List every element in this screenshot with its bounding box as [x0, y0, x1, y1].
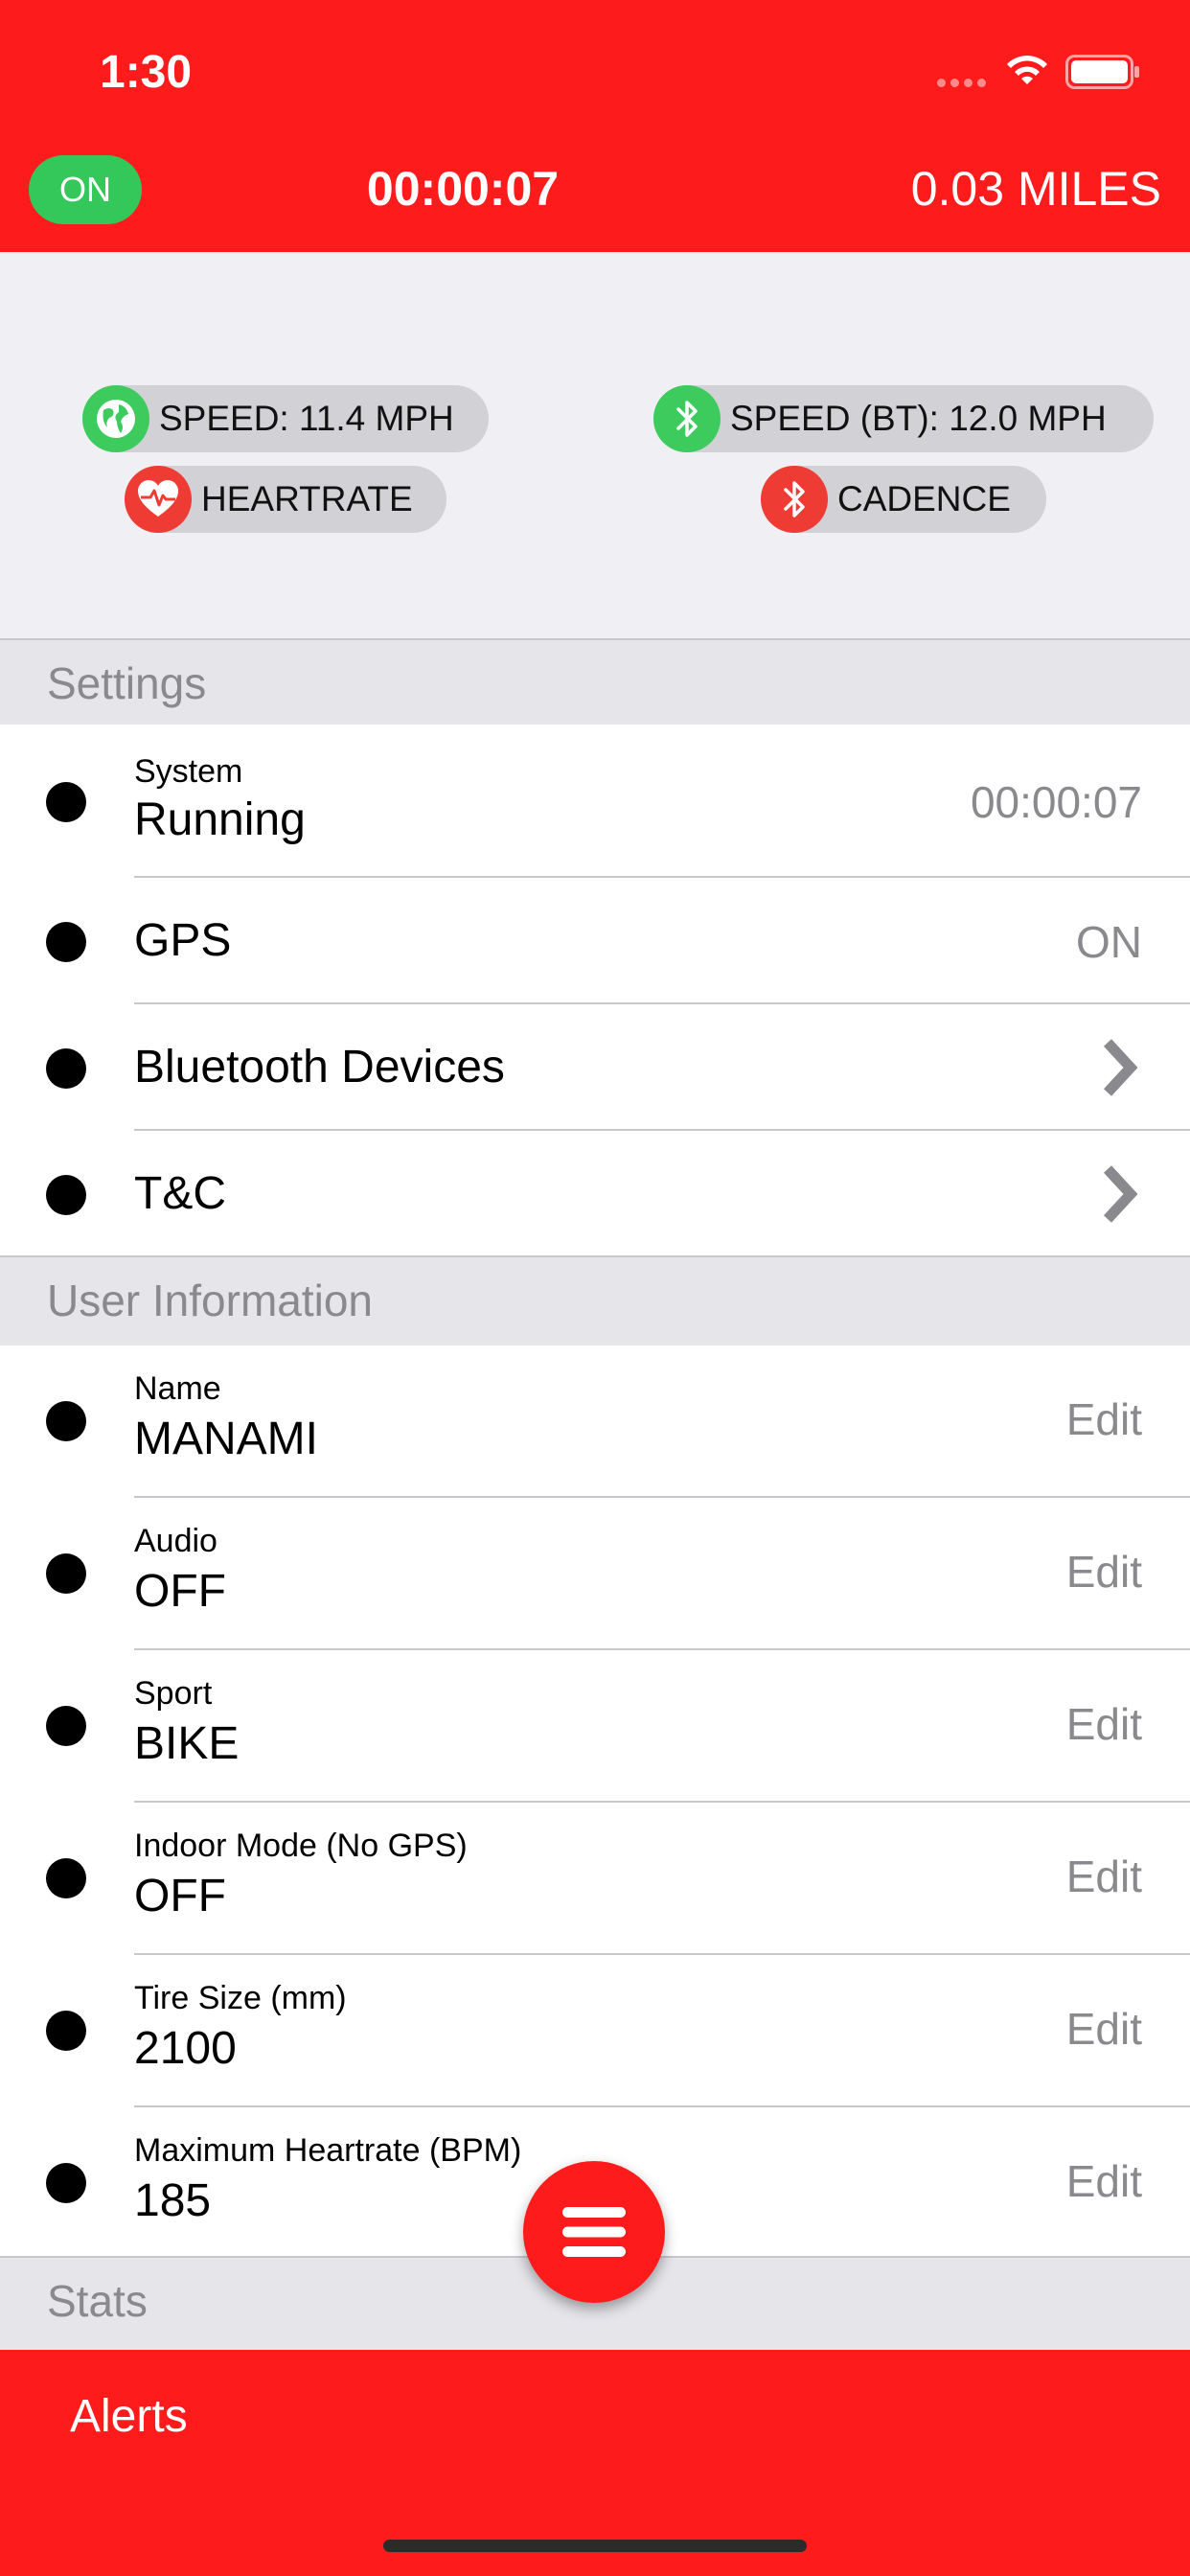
cellular-signal-icon	[937, 75, 991, 87]
row-sublabel: Audio	[134, 1523, 217, 1559]
edit-button[interactable]: Edit	[1066, 2003, 1142, 2055]
edit-button[interactable]: Edit	[1066, 1698, 1142, 1750]
row-value: OFF	[134, 1566, 226, 1617]
row-value: BIKE	[134, 1718, 240, 1769]
settings-row-gps[interactable]: GPS ON	[0, 878, 1190, 1004]
row-value: OFF	[134, 1871, 226, 1921]
row-sublabel: Tire Size (mm)	[134, 1980, 347, 2016]
status-dot	[46, 2011, 86, 2051]
section-title: User Information	[47, 1276, 374, 1325]
row-label: Bluetooth Devices	[134, 1042, 505, 1092]
row-value: Running	[134, 794, 306, 845]
hamburger-menu-icon	[562, 2207, 626, 2257]
user-info-row-indoor-mode[interactable]: Indoor Mode (No GPS) OFF Edit	[0, 1803, 1190, 1955]
user-info-row-tire-size[interactable]: Tire Size (mm) 2100 Edit	[0, 1955, 1190, 2107]
status-dot	[46, 2163, 86, 2203]
section-title: Settings	[47, 658, 207, 708]
settings-row-bluetooth-devices[interactable]: Bluetooth Devices	[0, 1004, 1190, 1131]
status-bar-time: 1:30	[100, 47, 193, 98]
row-sublabel: Maximum Heartrate (BPM)	[134, 2132, 522, 2169]
status-dot	[46, 782, 86, 822]
home-indicator	[383, 2540, 807, 2552]
battery-icon	[1065, 55, 1139, 89]
sensor-chip-label: SPEED: 11.4 MPH	[159, 399, 454, 438]
row-sublabel: Name	[134, 1370, 221, 1407]
row-value: MANAMI	[134, 1414, 318, 1464]
menu-button[interactable]	[523, 2161, 665, 2303]
status-dot	[46, 1858, 86, 1898]
settings-section-header: Settings	[0, 638, 1190, 724]
status-dot	[46, 1048, 86, 1089]
sensor-chip-label: HEARTRATE	[201, 479, 413, 518]
user-info-section-header: User Information	[0, 1255, 1190, 1346]
alerts-button[interactable]: Alerts	[70, 2390, 188, 2443]
bluetooth-icon	[761, 466, 828, 533]
sensor-chip-label: SPEED (BT): 12.0 MPH	[730, 399, 1107, 438]
chevron-right-icon	[1103, 1165, 1138, 1223]
row-value: 185	[134, 2175, 212, 2226]
status-dot	[46, 1401, 86, 1441]
row-sublabel: Indoor Mode (No GPS)	[134, 1828, 468, 1864]
section-title: Stats	[47, 2276, 148, 2326]
sensor-chip-speed: SPEED: 11.4 MPH	[82, 385, 489, 452]
status-dot	[46, 1175, 86, 1215]
sensor-chip-cadence: CADENCE	[761, 466, 1046, 533]
gps-status: ON	[1076, 917, 1142, 967]
sensor-chip-heartrate: HEARTRATE	[125, 466, 446, 533]
row-value: 2100	[134, 2023, 237, 2074]
edit-button[interactable]: Edit	[1066, 1546, 1142, 1598]
chevron-right-icon	[1103, 1039, 1138, 1096]
status-dot	[46, 1553, 86, 1594]
user-info-row-name[interactable]: Name MANAMI Edit	[0, 1346, 1190, 1498]
settings-row-terms[interactable]: T&C	[0, 1131, 1190, 1257]
edit-button[interactable]: Edit	[1066, 1851, 1142, 1902]
distance-readout: 0.03 MILES	[910, 162, 1161, 216]
globe-icon	[82, 385, 149, 452]
status-dot	[46, 922, 86, 962]
row-sublabel: Sport	[134, 1675, 213, 1712]
user-info-row-sport[interactable]: Sport BIKE Edit	[0, 1650, 1190, 1803]
heart-pulse-icon	[125, 466, 192, 533]
edit-button[interactable]: Edit	[1066, 1393, 1142, 1445]
status-dot	[46, 1706, 86, 1746]
sensor-chip-speed-bt: SPEED (BT): 12.0 MPH	[653, 385, 1154, 452]
row-label: T&C	[134, 1168, 226, 1219]
user-info-row-audio[interactable]: Audio OFF Edit	[0, 1498, 1190, 1650]
system-timer: 00:00:07	[970, 777, 1142, 827]
sensor-chip-label: CADENCE	[837, 479, 1011, 518]
wifi-icon	[1007, 56, 1047, 84]
settings-row-system[interactable]: System Running 00:00:07	[0, 724, 1190, 878]
elapsed-time: 00:00:07	[366, 162, 560, 216]
row-sublabel: System	[134, 753, 243, 790]
row-label: GPS	[134, 915, 232, 966]
bluetooth-icon	[653, 385, 721, 452]
tracking-toggle[interactable]: ON	[29, 155, 142, 224]
edit-button[interactable]: Edit	[1066, 2155, 1142, 2207]
